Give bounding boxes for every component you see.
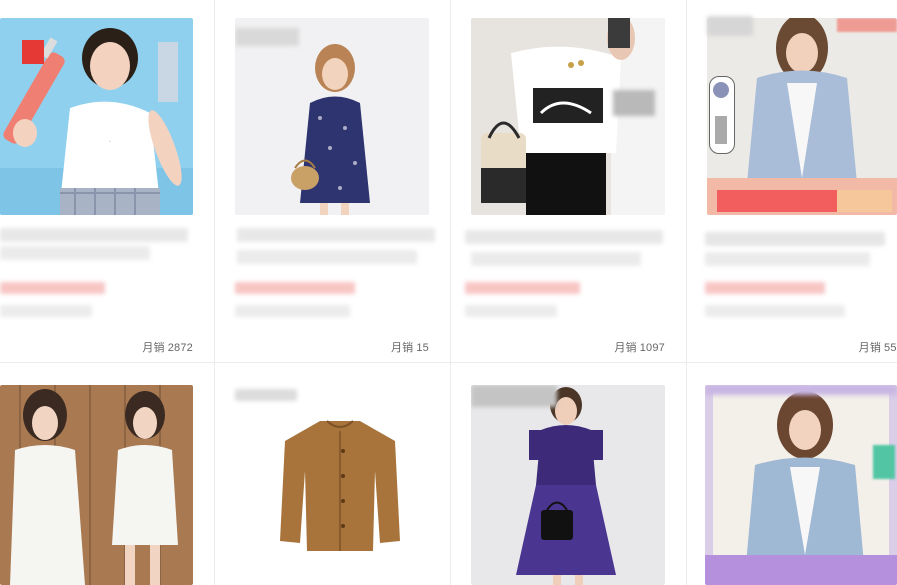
title-placeholder <box>471 252 641 266</box>
shop-placeholder <box>235 305 350 317</box>
sales-count: 552 <box>884 342 897 354</box>
title-placeholder <box>705 252 870 266</box>
product-image[interactable]: · <box>0 18 193 215</box>
title-placeholder <box>237 250 417 264</box>
product-card[interactable] <box>451 363 686 585</box>
mosaic-badge <box>837 18 897 32</box>
product-image[interactable] <box>705 385 897 585</box>
product-card[interactable] <box>215 363 450 585</box>
title-placeholder <box>0 246 150 260</box>
monthly-sales: 月销 2872 <box>142 339 193 355</box>
product-card[interactable]: · 月销 2872 <box>0 0 214 362</box>
title-placeholder <box>237 228 435 242</box>
price-placeholder <box>705 282 825 294</box>
mosaic-badge <box>705 385 897 395</box>
product-image[interactable] <box>471 385 665 585</box>
product-image[interactable] <box>0 385 193 585</box>
mosaic-badge <box>715 116 727 144</box>
price-placeholder <box>465 282 580 294</box>
sales-label: 月销 <box>614 342 637 354</box>
mosaic-badge <box>713 82 729 98</box>
product-card[interactable] <box>0 363 214 585</box>
sales-count: 2872 <box>167 342 193 354</box>
title-placeholder <box>705 232 885 246</box>
title-placeholder <box>465 230 663 244</box>
product-card[interactable]: 月销 1097 <box>451 0 686 362</box>
product-card[interactable] <box>687 363 897 585</box>
mosaic-badge <box>873 445 895 479</box>
title-placeholder <box>0 228 188 242</box>
sales-count: 1097 <box>639 342 665 354</box>
mosaic-badge <box>235 28 299 46</box>
product-image[interactable] <box>275 411 405 561</box>
product-card[interactable]: 月销 15 <box>215 0 450 362</box>
mosaic-badge <box>613 90 655 116</box>
mosaic-badge <box>471 385 557 407</box>
mosaic-badge <box>158 42 178 102</box>
product-image[interactable] <box>235 18 429 215</box>
monthly-sales: 月销 15 <box>391 339 429 355</box>
product-card[interactable]: 月销552 <box>687 0 897 362</box>
sales-count: 15 <box>416 342 429 354</box>
product-image[interactable] <box>707 18 897 215</box>
price-placeholder <box>235 282 355 294</box>
sales-label: 月销 <box>142 342 165 354</box>
title-placeholder <box>235 389 297 401</box>
sales-label: 月销 <box>858 342 882 354</box>
shop-placeholder <box>0 305 92 317</box>
sales-label: 月销 <box>390 342 414 354</box>
svg-text:·: · <box>109 139 111 145</box>
product-image[interactable] <box>471 18 665 215</box>
product-grid: · 月销 2872 月销 15 月销 1097 月销 55 <box>0 0 897 585</box>
shop-placeholder <box>705 305 845 317</box>
title-placeholder <box>707 16 753 36</box>
price-placeholder <box>0 282 105 294</box>
shop-placeholder <box>465 305 557 317</box>
monthly-sales: 月销 1097 <box>614 339 665 355</box>
monthly-sales: 月销552 <box>859 339 897 355</box>
